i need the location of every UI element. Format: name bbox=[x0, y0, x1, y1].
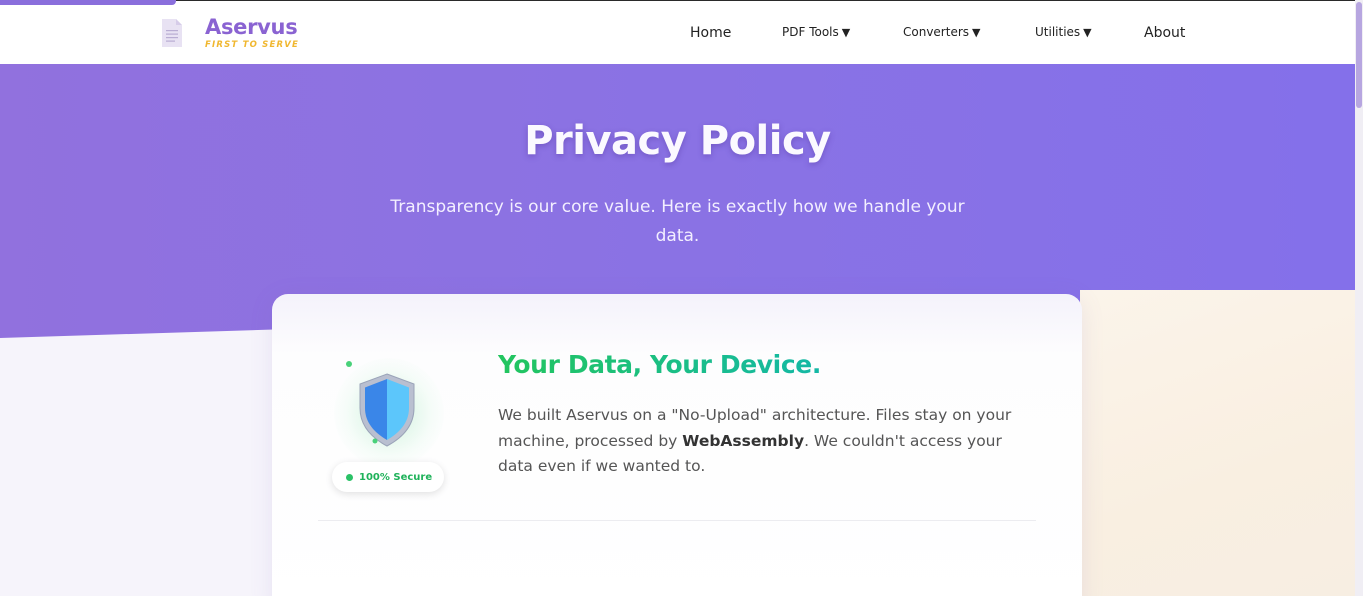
nav-pdf-tools-dropdown[interactable]: PDF Tools ▼ bbox=[782, 25, 850, 39]
window-top-border bbox=[0, 0, 1355, 1]
nav-utilities-label: Utilities bbox=[1035, 25, 1081, 39]
navbar: Aservus FIRST TO SERVE Home PDF Tools ▼ C… bbox=[0, 0, 1355, 64]
nav-utilities-dropdown[interactable]: Utilities ▼ bbox=[1035, 25, 1092, 39]
nav-pdf-tools-label: PDF Tools bbox=[782, 25, 839, 39]
brand-logo-link[interactable]: Aservus FIRST TO SERVE bbox=[160, 16, 299, 50]
nav-home-label: Home bbox=[690, 25, 732, 41]
nav-converters-dropdown[interactable]: Converters ▼ bbox=[903, 25, 981, 39]
card-description-bold: WebAssembly bbox=[682, 431, 805, 450]
card-description: We built Aservus on a "No-Upload" archit… bbox=[498, 403, 1038, 480]
scrollbar-thumb[interactable] bbox=[1356, 2, 1362, 108]
nav-about-link[interactable]: About bbox=[1144, 25, 1185, 41]
secure-badge-label: 100% Secure bbox=[359, 471, 433, 483]
privacy-card: 100% Secure Your Data, Your Device. We b… bbox=[272, 294, 1082, 596]
brand-name: Aservus bbox=[205, 15, 298, 39]
nav-home-link[interactable]: Home bbox=[690, 25, 731, 41]
secure-badge: 100% Secure bbox=[332, 462, 444, 492]
card-heading: Your Data, Your Device. bbox=[498, 350, 821, 379]
page-title: Privacy Policy bbox=[524, 118, 831, 164]
document-icon bbox=[162, 19, 182, 47]
status-dot bbox=[346, 473, 353, 481]
sparkle-dot bbox=[346, 361, 352, 367]
page-subtitle: Transparency is our core value. Here is … bbox=[390, 197, 965, 246]
brand-tagline: FIRST TO SERVE bbox=[205, 40, 300, 50]
nav-about-label: About bbox=[1144, 25, 1186, 41]
background-glow bbox=[1080, 290, 1355, 596]
section-divider bbox=[318, 520, 1036, 521]
caret-down-icon: ▼ bbox=[841, 26, 851, 39]
scroll-progress-bar bbox=[0, 0, 176, 5]
page-scrollbar[interactable] bbox=[1355, 0, 1363, 596]
shield-icon bbox=[359, 373, 415, 447]
caret-down-icon: ▼ bbox=[1083, 26, 1092, 39]
caret-down-icon: ▼ bbox=[972, 26, 981, 39]
nav-converters-label: Converters bbox=[903, 25, 970, 39]
shield-illustration: 100% Secure bbox=[332, 348, 452, 498]
